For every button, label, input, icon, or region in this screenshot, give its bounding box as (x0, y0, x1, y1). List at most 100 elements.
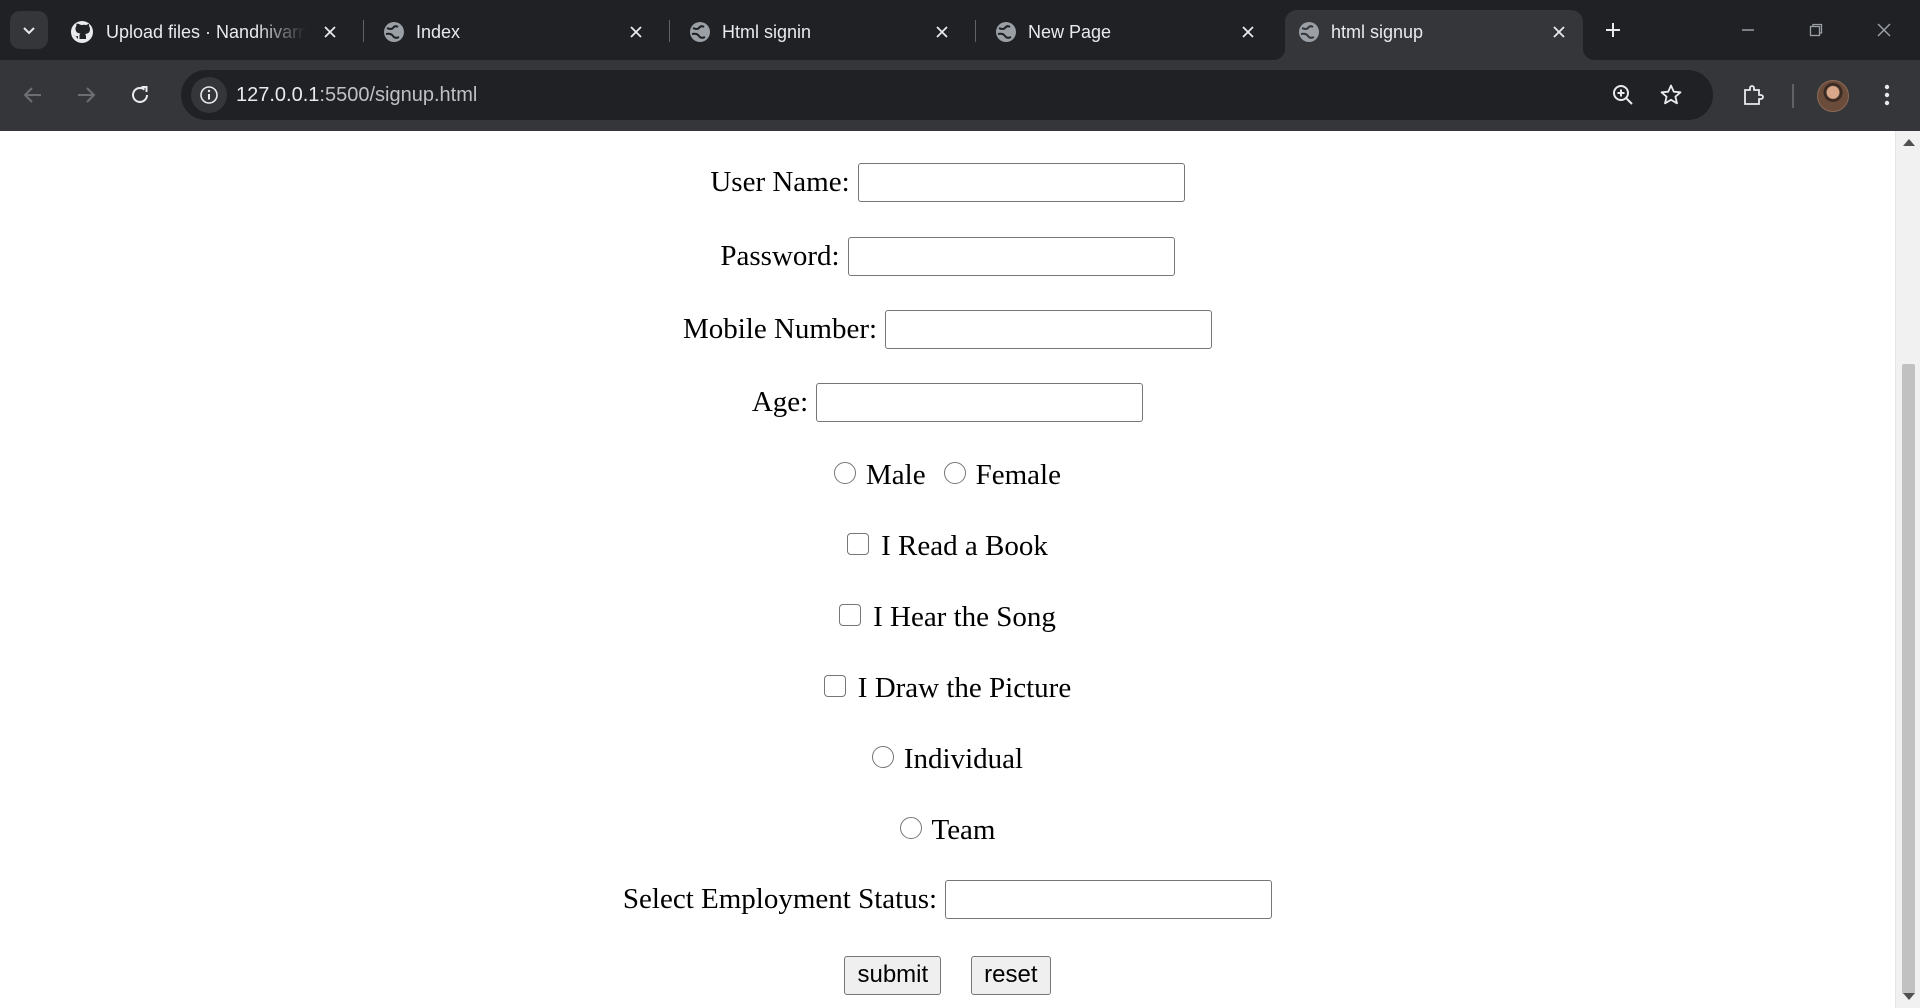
individual-label: Individual (903, 742, 1024, 775)
team-label: Team (931, 813, 996, 846)
close-icon[interactable] (318, 20, 342, 44)
github-icon (70, 20, 94, 44)
gender-row: Male Female (0, 454, 1895, 496)
back-button[interactable] (14, 76, 52, 114)
zoom-button[interactable] (1610, 82, 1636, 108)
star-icon (1660, 84, 1682, 105)
close-window-button[interactable] (1856, 8, 1912, 52)
menu-button[interactable] (1868, 76, 1906, 114)
hear-song-label: I Hear the Song (873, 600, 1056, 633)
password-row: Password: (0, 235, 1895, 277)
tab-title: New Page (1028, 22, 1112, 42)
mobile-input[interactable] (885, 309, 1213, 349)
username-label: User Name: (710, 166, 850, 198)
page-viewport: User Name: Password: Mobile Number: Age:… (0, 131, 1895, 1008)
bookmark-button[interactable] (1658, 82, 1684, 108)
hobby-row-song: I Hear the Song (0, 596, 1895, 638)
page-scrollbar[interactable] (1895, 131, 1920, 1008)
female-radio[interactable] (943, 462, 966, 484)
username-input[interactable] (857, 162, 1185, 202)
browser-toolbar: 127.0.0.1:5500/signup.html (0, 60, 1920, 131)
age-input[interactable] (816, 382, 1144, 422)
tab-upload-files[interactable]: Upload files · Nandhivarm (58, 10, 354, 60)
tab-title: Index (416, 22, 461, 42)
tab-index[interactable]: Index (370, 10, 660, 60)
site-info-button[interactable] (191, 77, 227, 113)
chevron-down-icon (23, 27, 35, 35)
minimize-button[interactable] (1720, 8, 1776, 52)
read-book-label: I Read a Book (881, 529, 1048, 562)
zoom-in-icon (1613, 85, 1633, 105)
scroll-down-arrow-icon[interactable] (1903, 993, 1915, 1000)
read-book-checkbox[interactable] (847, 533, 870, 555)
tab-html-signup[interactable]: html signup (1273, 10, 1595, 60)
close-icon[interactable] (1236, 20, 1260, 44)
puzzle-icon (1744, 85, 1764, 105)
female-label: Female (975, 458, 1061, 491)
address-bar[interactable]: 127.0.0.1:5500/signup.html (181, 70, 1713, 120)
tab-title: Upload files · Nandhivarm (106, 22, 306, 42)
tab-separator (363, 20, 364, 42)
arrow-right-icon (78, 87, 96, 103)
arrow-left-icon (23, 87, 41, 103)
tab-separator (975, 20, 976, 42)
reset-button[interactable]: reset (971, 955, 1051, 995)
toolbar-divider (1792, 84, 1794, 108)
extensions-button[interactable] (1734, 76, 1772, 114)
individual-radio[interactable] (871, 746, 894, 768)
employment-label: Select Employment Status: (622, 883, 938, 915)
close-icon[interactable] (624, 20, 648, 44)
password-label: Password: (720, 240, 840, 272)
mobile-row: Mobile Number: (0, 308, 1895, 350)
minimize-icon (1742, 29, 1754, 31)
mobile-label: Mobile Number: (682, 313, 878, 345)
hobby-row-picture: I Draw the Picture (0, 667, 1895, 709)
close-icon (1877, 23, 1891, 37)
scroll-thumb[interactable] (1902, 364, 1915, 994)
age-row: Age: (0, 381, 1895, 423)
employment-input[interactable] (945, 879, 1273, 919)
age-label: Age: (751, 386, 809, 418)
close-icon[interactable] (930, 20, 954, 44)
employment-row: Select Employment Status: (0, 878, 1895, 920)
url-host: 127.0.0.1 (236, 84, 320, 106)
globe-icon (994, 20, 1018, 44)
url-text[interactable]: 127.0.0.1:5500/signup.html (236, 84, 477, 106)
team-radio[interactable] (899, 817, 922, 839)
submit-button[interactable]: submit (844, 955, 942, 995)
reload-button[interactable] (121, 76, 159, 114)
url-path: :5500/signup.html (319, 84, 478, 106)
new-tab-button[interactable] (1597, 14, 1629, 46)
male-label: Male (866, 458, 926, 491)
globe-icon (688, 20, 712, 44)
hear-song-checkbox[interactable] (839, 604, 862, 626)
tab-title: html signup (1331, 22, 1424, 42)
scroll-up-arrow-icon[interactable] (1903, 139, 1915, 146)
forward-button[interactable] (67, 76, 105, 114)
tab-new-page[interactable]: New Page (982, 10, 1272, 60)
close-icon[interactable] (1547, 20, 1571, 44)
tab-html-signin[interactable]: Html signin (676, 10, 966, 60)
globe-icon (1297, 20, 1321, 44)
username-row: User Name: (0, 161, 1895, 203)
profile-avatar[interactable] (1817, 80, 1849, 112)
individual-row: Individual (0, 738, 1895, 780)
info-icon (200, 86, 218, 104)
globe-icon (382, 20, 406, 44)
more-vert-icon (1884, 84, 1890, 106)
restore-button[interactable] (1788, 8, 1844, 52)
buttons-row: submit reset (0, 954, 1895, 996)
reload-icon (132, 86, 148, 103)
tab-strip: Upload files · Nandhivarm Index Html sig… (0, 0, 1920, 60)
plus-icon (1606, 23, 1620, 37)
password-input[interactable] (847, 236, 1175, 276)
tab-search-button[interactable] (10, 11, 48, 49)
hobby-row-book: I Read a Book (0, 525, 1895, 567)
draw-picture-checkbox[interactable] (823, 675, 846, 697)
tab-title: Html signin (722, 22, 812, 42)
tab-separator (669, 20, 670, 42)
male-radio[interactable] (834, 462, 857, 484)
draw-picture-label: I Draw the Picture (857, 671, 1072, 704)
team-row: Team (0, 809, 1895, 851)
restore-icon (1809, 23, 1823, 37)
